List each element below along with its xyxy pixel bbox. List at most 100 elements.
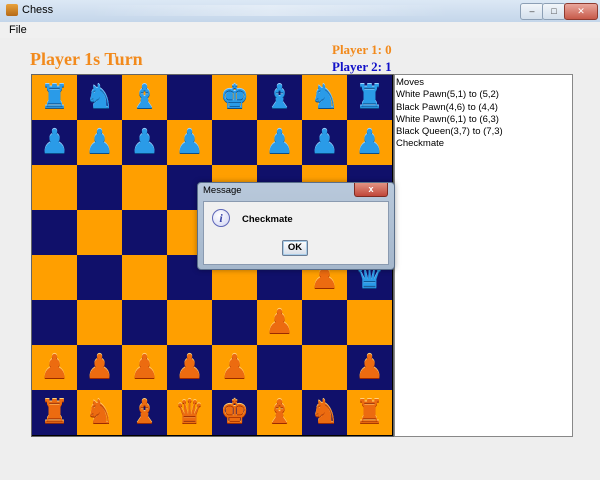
board-square[interactable] (347, 300, 392, 345)
orange-bishop-icon[interactable]: ♝ (122, 390, 167, 435)
board-square[interactable] (122, 165, 167, 210)
blue-king-icon[interactable]: ♚ (212, 75, 257, 120)
board-square[interactable] (257, 345, 302, 390)
board-square[interactable]: ♟ (32, 345, 77, 390)
board-square[interactable] (302, 300, 347, 345)
board-square[interactable] (302, 345, 347, 390)
board-square[interactable]: ♟ (122, 120, 167, 165)
maximize-button[interactable]: □ (542, 3, 566, 20)
board-square[interactable] (77, 255, 122, 300)
minimize-button[interactable]: – (520, 3, 544, 20)
board-square[interactable]: ♟ (257, 120, 302, 165)
orange-pawn-icon[interactable]: ♟ (122, 345, 167, 390)
board-square[interactable] (122, 300, 167, 345)
board-square[interactable] (122, 210, 167, 255)
board-square[interactable] (77, 210, 122, 255)
orange-pawn-icon[interactable]: ♟ (347, 345, 392, 390)
java-app-icon (6, 4, 18, 16)
board-square[interactable]: ♟ (32, 120, 77, 165)
blue-pawn-icon[interactable]: ♟ (77, 120, 122, 165)
move-entry: Black Pawn(4,6) to (4,4) (396, 101, 498, 113)
orange-queen-icon[interactable]: ♛ (167, 390, 212, 435)
player1-score: Player 1: 0 (332, 42, 392, 57)
blue-bishop-icon[interactable]: ♝ (122, 75, 167, 120)
blue-knight-icon[interactable]: ♞ (77, 75, 122, 120)
board-square[interactable]: ♚ (212, 390, 257, 435)
blue-pawn-icon[interactable]: ♟ (167, 120, 212, 165)
blue-rook-icon[interactable]: ♜ (32, 75, 77, 120)
blue-pawn-icon[interactable]: ♟ (257, 120, 302, 165)
blue-pawn-icon[interactable]: ♟ (32, 120, 77, 165)
orange-rook-icon[interactable]: ♜ (347, 390, 392, 435)
orange-king-icon[interactable]: ♚ (212, 390, 257, 435)
orange-pawn-icon[interactable]: ♟ (257, 300, 302, 345)
orange-pawn-icon[interactable]: ♟ (167, 345, 212, 390)
board-square[interactable]: ♟ (77, 345, 122, 390)
turn-indicator: Player 1s Turn (30, 49, 143, 69)
board-square[interactable] (212, 300, 257, 345)
board-square[interactable]: ♛ (167, 390, 212, 435)
moves-header: Moves (396, 77, 424, 88)
board-square[interactable]: ♟ (167, 120, 212, 165)
board-square[interactable]: ♟ (212, 345, 257, 390)
board-square[interactable]: ♚ (212, 75, 257, 120)
dialog-message: Checkmate (242, 214, 293, 225)
board-square[interactable]: ♝ (122, 75, 167, 120)
board-square[interactable] (77, 300, 122, 345)
window-titlebar: Chess – □ ✕ (0, 0, 600, 23)
blue-knight-icon[interactable]: ♞ (302, 75, 347, 120)
board-square[interactable]: ♞ (302, 75, 347, 120)
menu-file[interactable]: File (9, 24, 27, 36)
board-square[interactable]: ♜ (32, 75, 77, 120)
board-square[interactable] (212, 120, 257, 165)
orange-pawn-icon[interactable]: ♟ (77, 345, 122, 390)
blue-pawn-icon[interactable]: ♟ (347, 120, 392, 165)
board-square[interactable]: ♝ (122, 390, 167, 435)
board-square[interactable] (167, 300, 212, 345)
board-square[interactable] (122, 255, 167, 300)
board-square[interactable] (167, 75, 212, 120)
ok-button[interactable]: OK (282, 240, 308, 256)
board-square[interactable] (32, 255, 77, 300)
orange-knight-icon[interactable]: ♞ (302, 390, 347, 435)
board-square[interactable] (77, 165, 122, 210)
blue-pawn-icon[interactable]: ♟ (122, 120, 167, 165)
dialog-title: Message (203, 185, 242, 196)
board-square[interactable]: ♟ (167, 345, 212, 390)
dialog-body: i Checkmate OK (203, 201, 389, 265)
orange-knight-icon[interactable]: ♞ (77, 390, 122, 435)
blue-bishop-icon[interactable]: ♝ (257, 75, 302, 120)
player2-score: Player 2: 1 (332, 59, 392, 74)
board-square[interactable] (32, 165, 77, 210)
orange-pawn-icon[interactable]: ♟ (32, 345, 77, 390)
info-icon: i (212, 209, 230, 227)
board-square[interactable]: ♟ (77, 120, 122, 165)
board-square[interactable]: ♝ (257, 75, 302, 120)
board-square[interactable]: ♜ (347, 75, 392, 120)
board-square[interactable]: ♟ (347, 345, 392, 390)
message-dialog: Message x i Checkmate OK (197, 182, 395, 270)
board-square[interactable]: ♟ (257, 300, 302, 345)
board-square[interactable]: ♞ (77, 75, 122, 120)
board-square[interactable]: ♟ (302, 120, 347, 165)
board-square[interactable] (32, 300, 77, 345)
board-square[interactable]: ♞ (302, 390, 347, 435)
board-square[interactable] (32, 210, 77, 255)
move-entry: White Pawn(5,1) to (5,2) (396, 89, 499, 101)
move-entry: Checkmate (396, 138, 445, 150)
blue-pawn-icon[interactable]: ♟ (302, 120, 347, 165)
window-title: Chess (22, 4, 54, 16)
moves-list: Moves White Pawn(5,1) to (5,2) Black Paw… (394, 74, 573, 437)
board-square[interactable]: ♜ (32, 390, 77, 435)
board-square[interactable]: ♞ (77, 390, 122, 435)
orange-bishop-icon[interactable]: ♝ (257, 390, 302, 435)
board-square[interactable]: ♟ (347, 120, 392, 165)
board-square[interactable]: ♝ (257, 390, 302, 435)
orange-pawn-icon[interactable]: ♟ (212, 345, 257, 390)
board-square[interactable]: ♟ (122, 345, 167, 390)
orange-rook-icon[interactable]: ♜ (32, 390, 77, 435)
blue-rook-icon[interactable]: ♜ (347, 75, 392, 120)
close-window-button[interactable]: ✕ (564, 3, 598, 20)
board-square[interactable]: ♜ (347, 390, 392, 435)
dialog-close-button[interactable]: x (354, 183, 388, 197)
